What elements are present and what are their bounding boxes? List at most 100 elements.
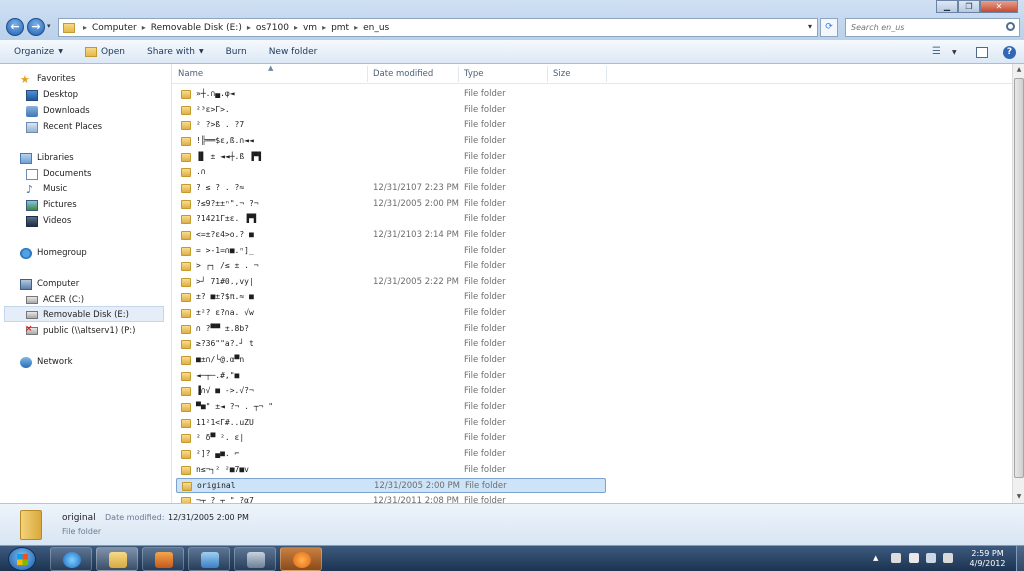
chevron-down-icon[interactable]: ▼ xyxy=(952,49,957,56)
maximize-button[interactable]: ❐ xyxy=(958,0,980,13)
forward-button[interactable]: → xyxy=(27,18,45,36)
taskbar-windows-explorer[interactable] xyxy=(96,547,138,571)
breadcrumb-separator-icon[interactable]: ▸ xyxy=(245,23,253,32)
share-with-button[interactable]: Share with ▼ xyxy=(147,47,204,57)
breadcrumb-removable-disk[interactable]: Removable Disk (E:) xyxy=(148,23,245,33)
nav-network[interactable]: Network xyxy=(20,355,73,369)
burn-button[interactable]: Burn xyxy=(226,47,247,57)
taskbar-media-player[interactable] xyxy=(142,547,184,571)
minimize-button[interactable]: ▁ xyxy=(936,0,958,13)
file-row[interactable]: ² δ▀ ². ε| File folder xyxy=(176,431,606,446)
taskbar-app-stack[interactable] xyxy=(234,547,276,571)
new-folder-button[interactable]: New folder xyxy=(269,47,318,57)
search-icon[interactable] xyxy=(1006,22,1015,31)
file-row[interactable]: ▀■" ±◄ ?¬ . ┬¬ " File folder xyxy=(176,400,606,415)
nav-pictures[interactable]: Pictures xyxy=(26,198,77,212)
show-desktop-button[interactable] xyxy=(1016,546,1024,571)
file-row[interactable]: ±²? ε?∩a. √w File folder xyxy=(176,306,606,321)
breadcrumb-os7100[interactable]: os7100 xyxy=(253,23,292,33)
breadcrumb-separator-icon[interactable]: ▸ xyxy=(81,23,89,32)
column-divider[interactable] xyxy=(547,66,548,82)
taskbar-app-orange[interactable] xyxy=(280,547,322,571)
start-button[interactable] xyxy=(8,547,36,571)
file-row[interactable]: ¬┬ ? ┬ " ?α7 12/31/2011 2:08 PM File folde… xyxy=(176,494,606,503)
file-row[interactable]: ±? ■±?$π.≈ ■ File folder xyxy=(176,290,606,305)
nav-public-drive[interactable]: public (\\altserv1) (P:) xyxy=(25,324,135,338)
column-divider[interactable] xyxy=(367,66,368,82)
scroll-down-icon[interactable]: ▼ xyxy=(1013,491,1024,503)
action-center-icon[interactable] xyxy=(891,553,901,563)
file-row[interactable]: ²³ε>Γ>. File folder xyxy=(176,103,606,118)
refresh-button[interactable]: ⟳ xyxy=(820,18,838,37)
file-row[interactable]: .∩ File folder xyxy=(176,165,606,180)
column-size[interactable]: Size xyxy=(553,69,570,79)
file-row[interactable]: 11²1<Γ#..uZU File folder xyxy=(176,416,606,431)
search-input[interactable] xyxy=(846,19,996,36)
show-hidden-icons-icon[interactable]: ▲ xyxy=(873,554,878,562)
nav-acer-drive[interactable]: ACER (C:) xyxy=(26,293,84,307)
nav-removable-disk[interactable]: Removable Disk (E:) xyxy=(26,308,129,322)
file-row[interactable]: > ┌┐ /≤ ± . ¬ File folder xyxy=(176,259,606,274)
file-row[interactable]: n≤¬┐² ²■7■v File folder xyxy=(176,463,606,478)
breadcrumb-separator-icon[interactable]: ▸ xyxy=(352,23,360,32)
scroll-up-icon[interactable]: ▲ xyxy=(1013,64,1024,76)
recent-pages-dropdown-icon[interactable]: ▾ xyxy=(47,22,55,32)
column-divider[interactable] xyxy=(458,66,459,82)
file-row[interactable]: ? ≤ ? . ?≈ 12/31/2107 2:23 PM File folder xyxy=(176,181,606,196)
breadcrumb-computer[interactable]: Computer xyxy=(89,23,140,33)
nav-favorites[interactable]: ★ Favorites xyxy=(20,72,75,86)
scrollbar-thumb[interactable] xyxy=(1014,78,1024,478)
file-row[interactable]: ■±∩/└@.α▀n File folder xyxy=(176,353,606,368)
breadcrumb-separator-icon[interactable]: ▸ xyxy=(140,23,148,32)
taskbar-control-panel[interactable] xyxy=(188,547,230,571)
file-row[interactable]: !╠══$ε,ß.∩◄◄ File folder xyxy=(176,134,606,149)
column-type[interactable]: Type xyxy=(464,69,484,79)
file-row[interactable]: = >-1=∩■.ⁿ]_ File folder xyxy=(176,244,606,259)
organize-button[interactable]: Organize ▼ xyxy=(14,47,63,57)
nav-downloads[interactable]: Downloads xyxy=(26,104,90,118)
nav-libraries[interactable]: Libraries xyxy=(20,151,74,165)
file-row[interactable]: ²]? ▄■. ⌐ File folder xyxy=(176,447,606,462)
address-dropdown-icon[interactable]: ▾ xyxy=(802,18,818,37)
breadcrumb-pmt[interactable]: pmt xyxy=(328,23,352,33)
breadcrumb-en-us[interactable]: en_us xyxy=(360,23,392,33)
column-name[interactable]: Name xyxy=(178,69,203,79)
nav-music[interactable]: ♪ Music xyxy=(26,182,67,196)
volume-icon[interactable] xyxy=(943,553,953,563)
file-row[interactable]: ?1421Γ±ε. ▐▀▌ File folder xyxy=(176,212,606,227)
nav-homegroup[interactable]: Homegroup xyxy=(20,246,87,260)
file-row[interactable]: >┘ 71#0.,vy| 12/31/2005 2:22 PM File folde… xyxy=(176,275,606,290)
file-row[interactable]: »┼.∩▄.φ◄ File folder xyxy=(176,87,606,102)
file-row[interactable]: ² ?>ß . ?7 File folder xyxy=(176,118,606,133)
taskbar-internet-explorer[interactable] xyxy=(50,547,92,571)
preview-pane-icon[interactable] xyxy=(976,47,988,58)
file-row[interactable]: ≥?36""a?.┘ t File folder xyxy=(176,337,606,352)
network-tray-icon[interactable] xyxy=(926,553,936,563)
nav-computer[interactable]: Computer xyxy=(20,277,79,291)
clock[interactable]: 2:59 PM 4/9/2012 xyxy=(960,549,1015,569)
close-button[interactable]: ✕ xyxy=(980,0,1018,13)
change-view-icon[interactable]: ☰ xyxy=(932,46,941,57)
address-box[interactable]: ▸ Computer ▸ Removable Disk (E:) ▸ os710… xyxy=(58,18,818,37)
vertical-scrollbar[interactable]: ▲ ▼ xyxy=(1012,64,1024,503)
file-row[interactable]: <=±?ε4>ο.? ■ 12/31/2103 2:14 PM File folde… xyxy=(176,228,606,243)
battery-icon[interactable] xyxy=(909,553,919,563)
file-row[interactable]: ◄─┬─.#,"■ File folder xyxy=(176,369,606,384)
file-row[interactable]: ▐∩√ ■ ->.√?¬ File folder xyxy=(176,384,606,399)
breadcrumb-separator-icon[interactable]: ▸ xyxy=(292,23,300,32)
nav-recent-places[interactable]: Recent Places xyxy=(26,120,102,134)
file-row[interactable]: original 12/31/2005 2:00 PM File folder xyxy=(176,478,606,494)
back-button[interactable]: ← xyxy=(6,18,24,36)
open-button[interactable]: Open xyxy=(84,46,125,57)
file-row[interactable]: ▐▌ ± ◄◄┼.ß ▐▀▌ File folder xyxy=(176,150,606,165)
column-divider[interactable] xyxy=(606,66,607,82)
breadcrumb-separator-icon[interactable]: ▸ xyxy=(320,23,328,32)
column-date-modified[interactable]: Date modified xyxy=(373,69,433,79)
file-row[interactable]: ∩ ?▀▀ ±.8b? File folder xyxy=(176,322,606,337)
file-row[interactable]: ?≤9?±±ⁿ".¬ ?¬ 12/31/2005 2:00 PM File fold… xyxy=(176,197,606,212)
nav-desktop[interactable]: Desktop xyxy=(26,88,78,102)
nav-documents[interactable]: Documents xyxy=(26,167,91,181)
nav-videos[interactable]: Videos xyxy=(26,214,71,228)
help-icon[interactable]: ? xyxy=(1003,46,1016,59)
breadcrumb-vm[interactable]: vm xyxy=(300,23,320,33)
